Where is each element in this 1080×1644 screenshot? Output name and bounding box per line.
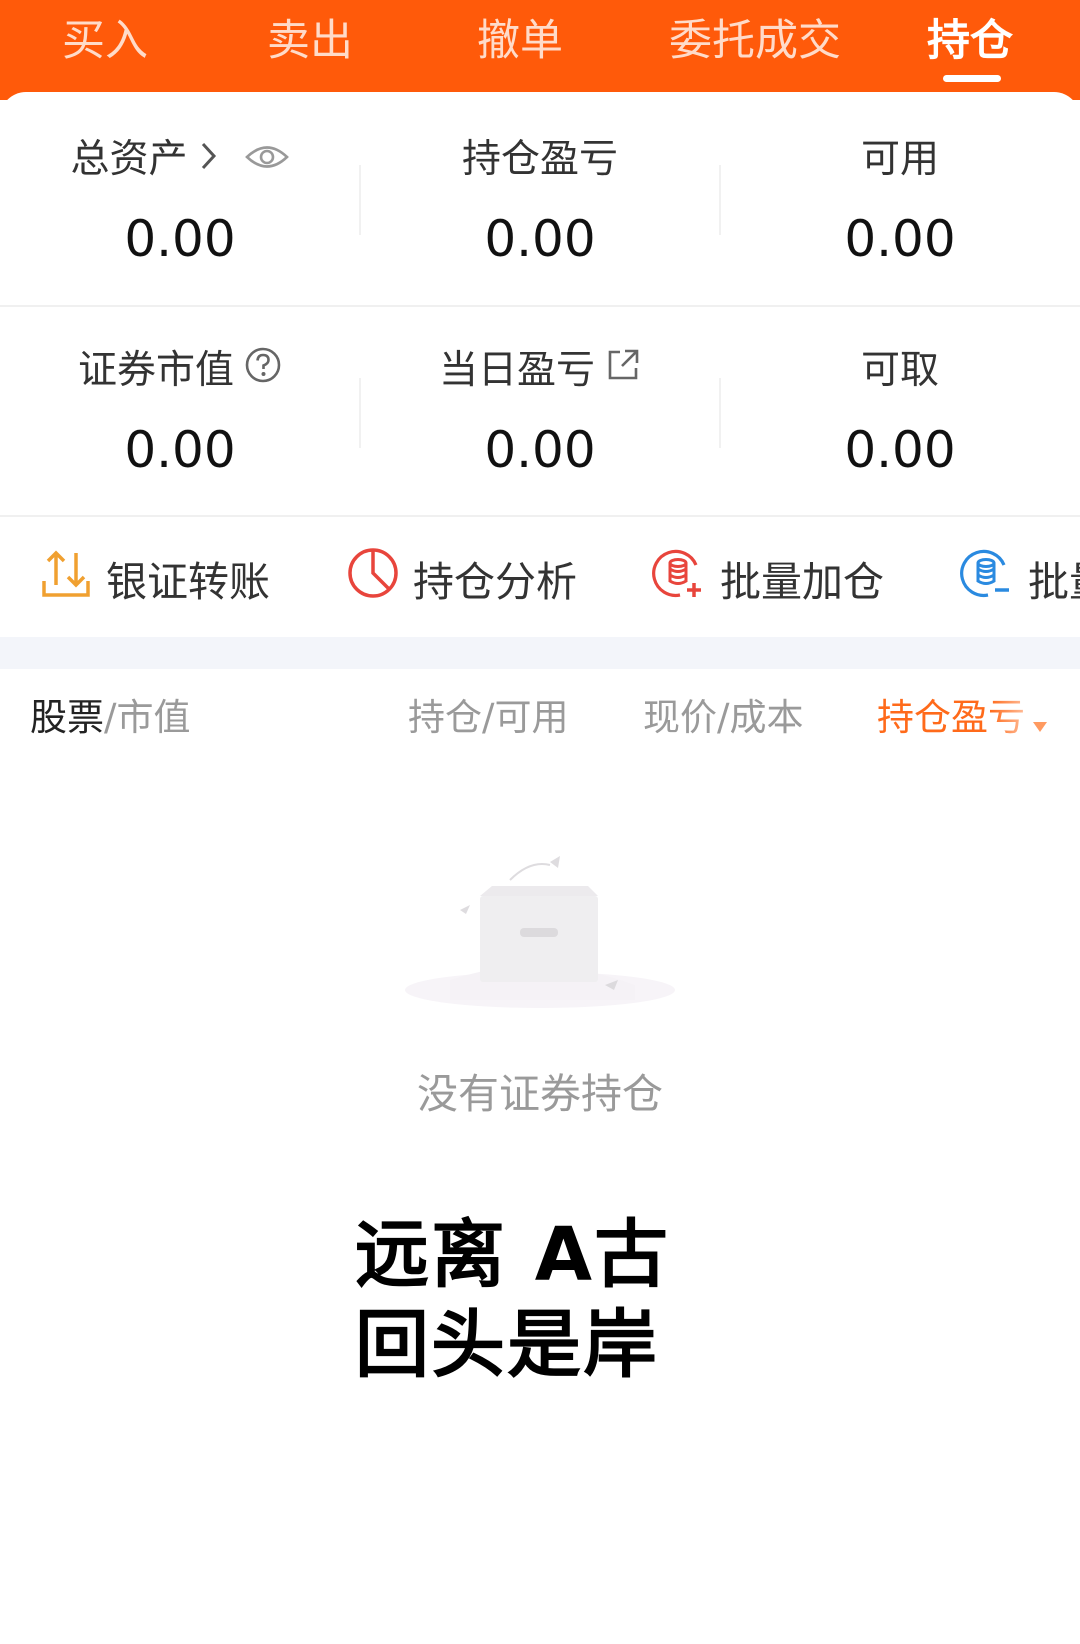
empty-state-message: 没有证券持仓: [417, 1070, 663, 1118]
tab-positions[interactable]: 持仓: [905, 6, 1035, 76]
column-header-stock[interactable]: 股票/市值: [30, 690, 190, 746]
market-value-label: 证券市值: [77, 348, 234, 393]
pie-chart-icon: [345, 545, 401, 611]
tab-cancel-order[interactable]: 撤单: [455, 6, 585, 76]
position-pnl-cell: 持仓盈亏 0.00: [360, 135, 720, 268]
market-value-value: 0.00: [124, 421, 236, 479]
available-value: 0.00: [844, 210, 956, 268]
tab-orders-trades[interactable]: 委托成交: [650, 6, 860, 76]
daily-pnl-value: 0.00: [484, 421, 596, 479]
column-header-position[interactable]: 持仓/可用: [408, 690, 568, 746]
section-gap: [0, 637, 1080, 669]
shortcut-label: 批量: [1028, 558, 1080, 606]
withdrawable-value: 0.00: [844, 421, 956, 479]
eye-icon[interactable]: [244, 135, 290, 185]
position-pnl-value: 0.00: [484, 210, 596, 268]
transfer-icon: [38, 545, 94, 611]
market-value-cell: 证券市值 0.00: [0, 346, 360, 479]
withdrawable-cell: 可取 0.00: [720, 346, 1080, 479]
batch-add-button[interactable]: 批量加仓: [652, 545, 884, 611]
external-link-icon[interactable]: [605, 346, 641, 396]
column-header-market-value-label: /市值: [104, 696, 191, 739]
top-tab-bar: 买入 卖出 撤单 委托成交 持仓: [0, 0, 1080, 100]
empty-box-icon: [400, 850, 680, 1010]
total-assets-cell[interactable]: 总资产 0.00: [0, 135, 360, 268]
tab-buy[interactable]: 买入: [40, 6, 170, 76]
row-divider: [0, 515, 1080, 517]
bank-transfer-button[interactable]: 银证转账: [38, 545, 270, 611]
sort-down-icon: [1032, 718, 1048, 737]
position-pnl-label: 持仓盈亏: [461, 137, 618, 182]
shortcut-label: 持仓分析: [413, 558, 577, 606]
question-icon[interactable]: [244, 346, 282, 397]
active-tab-indicator: [943, 75, 1001, 82]
available-cell: 可用 0.00: [720, 135, 1080, 268]
row-divider: [0, 305, 1080, 307]
column-header-price[interactable]: 现价/成本: [643, 690, 803, 746]
batch-add-icon: [652, 545, 708, 611]
withdrawable-label: 可取: [860, 348, 939, 393]
daily-pnl-label: 当日盈亏: [438, 348, 595, 393]
shortcut-label: 批量加仓: [720, 558, 884, 606]
slogan-line-2: 回头是岸: [355, 1302, 659, 1388]
batch-reduce-button[interactable]: 批量: [960, 545, 1080, 611]
column-header-stock-label: 股票: [30, 696, 104, 739]
total-assets-label: 总资产: [70, 137, 188, 182]
total-assets-value: 0.00: [124, 210, 236, 268]
available-label: 可用: [860, 137, 939, 182]
position-analysis-button[interactable]: 持仓分析: [345, 545, 577, 611]
chevron-right-icon: [198, 135, 220, 185]
batch-reduce-icon: [960, 545, 1016, 611]
daily-pnl-cell[interactable]: 当日盈亏 0.00: [360, 346, 720, 479]
shortcut-label: 银证转账: [106, 558, 270, 606]
tab-sell[interactable]: 卖出: [245, 6, 375, 76]
